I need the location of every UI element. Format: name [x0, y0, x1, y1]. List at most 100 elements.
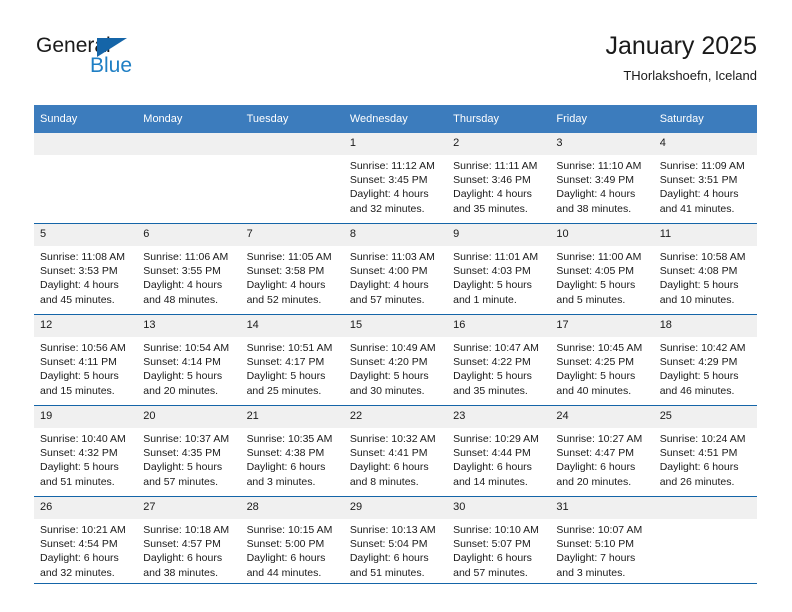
sun-times-text: Sunrise: 11:06 AM Sunset: 3:55 PM Daylig… [143, 251, 229, 306]
day-number: 26 [34, 497, 138, 519]
calendar-day-cell[interactable]: 3 Sunrise: 11:10 AM Sunset: 3:49 PM Dayli… [550, 133, 654, 224]
calendar-week-row: 26 Sunrise: 10:21 AM Sunset: 4:54 PM Dayl… [34, 496, 757, 587]
sun-times-text: Sunrise: 10:27 AM Sunset: 4:47 PM Daylig… [556, 433, 643, 488]
day-number: 11 [653, 224, 757, 246]
weekday-header-tuesday: Tuesday [240, 105, 344, 133]
calendar-day-cell[interactable]: 1 Sunrise: 11:12 AM Sunset: 3:45 PM Dayli… [343, 133, 448, 224]
calendar-day-cell[interactable]: 27 Sunrise: 10:18 AM Sunset: 4:57 PM Dayl… [137, 496, 241, 587]
calendar-day-cell[interactable]: 31 Sunrise: 10:07 AM Sunset: 5:10 PM Dayl… [550, 496, 654, 587]
sun-times-text: Sunrise: 10:54 AM Sunset: 4:14 PM Daylig… [143, 342, 230, 397]
sun-times-text: Sunrise: 11:01 AM Sunset: 4:03 PM Daylig… [453, 251, 539, 306]
calendar-bottom-rule [34, 583, 757, 584]
sun-times-text: Sunrise: 10:47 AM Sunset: 4:22 PM Daylig… [453, 342, 539, 397]
day-number: 16 [447, 315, 551, 337]
day-number: 5 [34, 224, 138, 246]
day-number: 27 [137, 497, 241, 519]
calendar-day-cell[interactable]: 21 Sunrise: 10:35 AM Sunset: 4:38 PM Dayl… [240, 405, 344, 497]
day-number: 12 [34, 315, 138, 337]
calendar-day-cell[interactable]: 24 Sunrise: 10:27 AM Sunset: 4:47 PM Dayl… [550, 405, 654, 497]
calendar-day-cell[interactable]: 19 Sunrise: 10:40 AM Sunset: 4:32 PM Dayl… [34, 405, 138, 497]
day-number: 24 [550, 406, 654, 428]
sun-times-text: Sunrise: 11:05 AM Sunset: 3:58 PM Daylig… [246, 251, 332, 306]
calendar-body: 1 Sunrise: 11:12 AM Sunset: 3:45 PM Dayli… [34, 133, 757, 587]
day-number: 14 [240, 315, 344, 337]
sun-times-text: Sunrise: 11:10 AM Sunset: 3:49 PM Daylig… [556, 160, 642, 215]
calendar-day-cell[interactable]: 26 Sunrise: 10:21 AM Sunset: 4:54 PM Dayl… [34, 496, 138, 587]
calendar-day-cell[interactable]: 4 Sunrise: 11:09 AM Sunset: 3:51 PM Dayli… [653, 133, 757, 224]
sun-times-text: Sunrise: 10:13 AM Sunset: 5:04 PM Daylig… [349, 524, 436, 579]
sun-times-text: Sunrise: 10:56 AM Sunset: 4:11 PM Daylig… [40, 342, 126, 397]
sun-times-text: Sunrise: 11:08 AM Sunset: 3:53 PM Daylig… [40, 251, 126, 306]
calendar-week-row: 12 Sunrise: 10:56 AM Sunset: 4:11 PM Dayl… [34, 314, 757, 406]
calendar-day-cell-empty [34, 133, 138, 224]
calendar-day-cell[interactable]: 30 Sunrise: 10:10 AM Sunset: 5:07 PM Dayl… [447, 496, 551, 587]
calendar-day-cell[interactable]: 5 Sunrise: 11:08 AM Sunset: 3:53 PM Dayli… [34, 223, 138, 315]
weekday-header-saturday: Saturday [653, 105, 757, 133]
page-title: January 2025 [605, 32, 757, 60]
day-number: 7 [240, 224, 344, 246]
calendar-day-cell[interactable]: 13 Sunrise: 10:54 AM Sunset: 4:14 PM Dayl… [137, 314, 241, 406]
page-subtitle: THorlakshoefn, Iceland [623, 68, 757, 83]
calendar-day-cell[interactable]: 6 Sunrise: 11:06 AM Sunset: 3:55 PM Dayli… [137, 223, 241, 315]
calendar-day-cell[interactable]: 25 Sunrise: 10:24 AM Sunset: 4:51 PM Dayl… [653, 405, 757, 497]
calendar-header-row: Sunday Monday Tuesday Wednesday Thursday Frid… [34, 105, 757, 133]
sun-times-text: Sunrise: 10:51 AM Sunset: 4:17 PM Daylig… [246, 342, 333, 397]
calendar-week-row: 5 Sunrise: 11:08 AM Sunset: 3:53 PM Dayli… [34, 223, 757, 315]
day-number: 10 [550, 224, 654, 246]
title-block: January 2025 THorlakshoefn, Iceland [605, 30, 757, 86]
calendar-day-cell[interactable]: 20 Sunrise: 10:37 AM Sunset: 4:35 PM Dayl… [137, 405, 241, 497]
day-number: 28 [240, 497, 344, 519]
calendar-day-cell-empty [653, 496, 757, 587]
calendar-week-row: 1 Sunrise: 11:12 AM Sunset: 3:45 PM Dayli… [34, 133, 757, 224]
sun-times-text: Sunrise: 11:09 AM Sunset: 3:51 PM Daylig… [659, 160, 745, 215]
calendar-day-cell[interactable]: 12 Sunrise: 10:56 AM Sunset: 4:11 PM Dayl… [34, 314, 138, 406]
page-header: General Blue January 2025 THorlakshoefn,… [34, 30, 757, 98]
calendar-day-cell[interactable]: 11 Sunrise: 10:58 AM Sunset: 4:08 PM Dayl… [653, 223, 757, 315]
day-number: 13 [137, 315, 241, 337]
sun-times-text: Sunrise: 11:12 AM Sunset: 3:45 PM Daylig… [349, 160, 435, 215]
sun-times-text: Sunrise: 10:32 AM Sunset: 4:41 PM Daylig… [349, 433, 436, 488]
calendar-day-cell[interactable]: 2 Sunrise: 11:11 AM Sunset: 3:46 PM Dayli… [447, 133, 551, 224]
sun-times-text: Sunrise: 10:21 AM Sunset: 4:54 PM Daylig… [40, 524, 126, 579]
sun-times-text: Sunrise: 10:42 AM Sunset: 4:29 PM Daylig… [659, 342, 746, 397]
calendar-day-cell[interactable]: 17 Sunrise: 10:45 AM Sunset: 4:25 PM Dayl… [550, 314, 654, 406]
calendar-day-cell[interactable]: 28 Sunrise: 10:15 AM Sunset: 5:00 PM Dayl… [240, 496, 344, 587]
calendar-day-cell[interactable]: 16 Sunrise: 10:47 AM Sunset: 4:22 PM Dayl… [447, 314, 551, 406]
calendar-day-cell-empty [137, 133, 241, 224]
calendar-day-cell[interactable]: 15 Sunrise: 10:49 AM Sunset: 4:20 PM Dayl… [343, 314, 448, 406]
sun-times-text: Sunrise: 10:35 AM Sunset: 4:38 PM Daylig… [246, 433, 333, 488]
calendar-day-cell[interactable]: 22 Sunrise: 10:32 AM Sunset: 4:41 PM Dayl… [343, 405, 448, 497]
day-number: 29 [343, 497, 448, 519]
day-number: 6 [137, 224, 241, 246]
calendar-day-cell[interactable]: 29 Sunrise: 10:13 AM Sunset: 5:04 PM Dayl… [343, 496, 448, 587]
day-number: 31 [550, 497, 654, 519]
day-number: 22 [343, 406, 448, 428]
day-number [137, 133, 241, 155]
day-number: 4 [653, 133, 757, 155]
calendar-day-cell[interactable]: 7 Sunrise: 11:05 AM Sunset: 3:58 PM Dayli… [240, 223, 344, 315]
brand-logo[interactable]: General Blue [34, 34, 234, 90]
day-number: 1 [343, 133, 448, 155]
calendar-table: Sunday Monday Tuesday Wednesday Thursday Frid… [34, 105, 757, 587]
day-number: 9 [447, 224, 551, 246]
sun-times-text: Sunrise: 10:58 AM Sunset: 4:08 PM Daylig… [659, 251, 746, 306]
sun-times-text: Sunrise: 10:45 AM Sunset: 4:25 PM Daylig… [556, 342, 643, 397]
day-number: 20 [137, 406, 241, 428]
sun-times-text: Sunrise: 10:37 AM Sunset: 4:35 PM Daylig… [143, 433, 230, 488]
day-number: 21 [240, 406, 344, 428]
day-number: 2 [447, 133, 551, 155]
day-number [240, 133, 344, 155]
sun-times-text: Sunrise: 10:24 AM Sunset: 4:51 PM Daylig… [659, 433, 746, 488]
calendar-page: General Blue January 2025 THorlakshoefn,… [0, 0, 792, 612]
calendar-day-cell[interactable]: 23 Sunrise: 10:29 AM Sunset: 4:44 PM Dayl… [447, 405, 551, 497]
calendar-day-cell[interactable]: 9 Sunrise: 11:01 AM Sunset: 4:03 PM Dayli… [447, 223, 551, 315]
sun-times-text: Sunrise: 10:40 AM Sunset: 4:32 PM Daylig… [40, 433, 126, 488]
calendar-day-cell[interactable]: 8 Sunrise: 11:03 AM Sunset: 4:00 PM Dayli… [343, 223, 448, 315]
sun-times-text: Sunrise: 10:15 AM Sunset: 5:00 PM Daylig… [246, 524, 333, 579]
calendar-day-cell[interactable]: 10 Sunrise: 11:00 AM Sunset: 4:05 PM Dayl… [550, 223, 654, 315]
calendar-day-cell[interactable]: 18 Sunrise: 10:42 AM Sunset: 4:29 PM Dayl… [653, 314, 757, 406]
day-number: 3 [550, 133, 654, 155]
brand-name-blue: Blue [90, 54, 133, 77]
sun-times-text: Sunrise: 10:29 AM Sunset: 4:44 PM Daylig… [453, 433, 539, 488]
calendar-day-cell[interactable]: 14 Sunrise: 10:51 AM Sunset: 4:17 PM Dayl… [240, 314, 344, 406]
